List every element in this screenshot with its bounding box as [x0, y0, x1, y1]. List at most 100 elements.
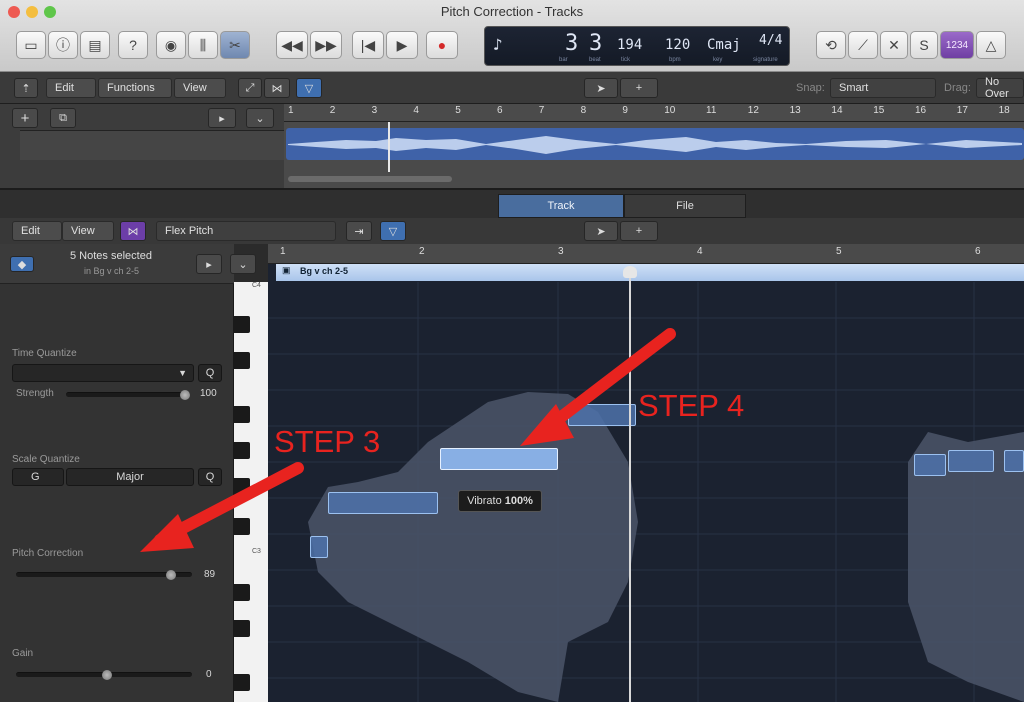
editor-edit-label: Edit	[21, 225, 40, 237]
track-option-b-button[interactable]: ⌄	[246, 108, 274, 128]
region-header[interactable]: Bg v ch 2-5 ▣	[276, 264, 1024, 281]
pitch-note[interactable]	[914, 454, 946, 476]
editor-zoom-fit-button[interactable]: ▽	[380, 221, 406, 241]
secondary-tool-menu[interactable]: +	[620, 78, 658, 98]
audio-region[interactable]	[286, 128, 1024, 160]
pitch-note[interactable]	[568, 404, 636, 426]
flex-toggle-button[interactable]: ⋈	[120, 221, 146, 241]
tab-track[interactable]: Track	[498, 194, 624, 218]
flex-button[interactable]: ⋈	[264, 78, 290, 98]
tracks-ruler[interactable]: 1 2 3 4 5 6 7 8 9 10 11 12 13 14 15 16 17 18	[284, 104, 1024, 122]
play-button[interactable]: ▶	[386, 31, 418, 59]
tab-file[interactable]: File	[624, 194, 746, 218]
piano-black-key[interactable]	[234, 316, 250, 333]
q-label-2: Q	[205, 471, 215, 483]
library-button[interactable]: ▭	[16, 31, 46, 59]
mixer-button[interactable]: ⫼	[188, 31, 218, 59]
track-stack-button[interactable]: ⧉	[50, 108, 76, 128]
piano-keyboard[interactable]: C4 C3	[234, 282, 268, 702]
tracks-lane[interactable]	[284, 122, 1024, 188]
drag-select[interactable]: No Over	[976, 76, 1024, 100]
piano-black-key[interactable]	[234, 478, 250, 495]
pitch-editor[interactable]: 1 2 3 4 5 6 Bg v ch 2-5 ▣	[268, 244, 1024, 702]
inspector-header: ◆ 5 Notes selected in Bg v ch 2-5 ▸	[0, 244, 234, 284]
piano-black-key[interactable]	[234, 620, 250, 637]
editor-edit-menu[interactable]: Edit	[12, 221, 62, 241]
editor-playhead[interactable]	[629, 266, 631, 702]
window-titlebar: Pitch Correction - Tracks ▭ ⓘ ▤ ? ◉ ⫼ ✂ …	[0, 0, 1024, 72]
lcd-bar: 3	[565, 31, 579, 56]
editors-button[interactable]: ✂	[220, 31, 250, 59]
piano-black-key[interactable]	[234, 352, 250, 369]
pitch-note[interactable]	[1004, 450, 1024, 472]
piano-black-key[interactable]	[234, 406, 250, 423]
snap-select[interactable]: Smart	[830, 78, 936, 98]
zoom-fit-button[interactable]: ▽	[296, 78, 322, 98]
tracks-view-menu[interactable]: View	[174, 78, 226, 98]
track-option-a-button[interactable]: ▸	[208, 108, 236, 128]
tracks-functions-menu[interactable]: Functions	[98, 78, 172, 98]
tracks-playhead[interactable]	[388, 122, 390, 172]
gain-knob[interactable]	[102, 670, 112, 680]
scale-root-select[interactable]: G	[12, 468, 64, 486]
pointer-icon: ➤	[596, 82, 606, 95]
strength-knob[interactable]	[180, 390, 190, 400]
solo-button[interactable]: S	[910, 31, 938, 59]
editor-ruler[interactable]: 1 2 3 4 5 6	[268, 244, 1024, 264]
tracks-scrollbar[interactable]	[288, 176, 452, 182]
cycle-button[interactable]: ⟲	[816, 31, 846, 59]
record-button[interactable]: ●	[426, 31, 458, 59]
drag-label: Drag:	[944, 82, 971, 94]
scale-quantize-q-button[interactable]: Q	[198, 468, 222, 486]
back-button[interactable]: ⇡	[14, 78, 38, 98]
inspector-option-a[interactable]: ▸	[196, 254, 222, 274]
quick-help-button[interactable]: ?	[118, 31, 148, 59]
count-in-button[interactable]: 1234	[940, 31, 974, 59]
tracks-edit-menu[interactable]: Edit	[46, 78, 96, 98]
editor-control-bar: Edit View ⋈ Flex Pitch ⇥ ▽ ➤ +	[0, 218, 1024, 244]
pitch-note[interactable]	[328, 492, 438, 514]
playhead-handle[interactable]	[623, 266, 637, 278]
editor-secondary-tool[interactable]: +	[620, 221, 658, 241]
inspector-button[interactable]: ⓘ	[48, 31, 78, 59]
pitch-note-selected[interactable]	[440, 448, 558, 470]
solo-icon: S	[919, 37, 929, 53]
time-quantize-select[interactable]: ▼	[12, 364, 194, 382]
lcd-display[interactable]: ♪ 3 3 194 120 Cmaj 4/4 bar beat tick bpm…	[484, 26, 790, 66]
step-4-annotation: STEP 4	[638, 388, 745, 423]
tracks-ruler-tick: 5	[455, 105, 461, 116]
pitch-correction-knob[interactable]	[166, 570, 176, 580]
pitch-note[interactable]	[310, 536, 328, 558]
scale-type-select[interactable]: Major	[66, 468, 194, 486]
play-icon: ▶	[396, 36, 408, 53]
piano-black-key[interactable]	[234, 518, 250, 535]
editor-view-menu[interactable]: View	[62, 221, 114, 241]
mute-button[interactable]: ✕	[880, 31, 908, 59]
flex-mode-select[interactable]: Flex Pitch	[156, 221, 336, 241]
piano-black-key[interactable]	[234, 674, 250, 691]
add-track-button[interactable]: +	[12, 108, 38, 128]
inspector-option-b[interactable]: ⌄	[230, 254, 256, 274]
scale-quantize-label: Scale Quantize	[12, 454, 80, 465]
gain-slider[interactable]	[16, 670, 192, 680]
time-quantize-q-button[interactable]: Q	[198, 364, 222, 382]
editor-pointer-tool[interactable]: ➤	[584, 221, 618, 241]
metronome-button[interactable]: △	[976, 31, 1006, 59]
toolbar-toggle-button[interactable]: ▤	[80, 31, 110, 59]
rewind-button[interactable]: ◀◀	[276, 31, 308, 59]
pointer-tool-menu[interactable]: ➤	[584, 78, 618, 98]
tuner-button[interactable]: ⟋	[848, 31, 878, 59]
catch-playhead-button[interactable]: ⇥	[346, 221, 372, 241]
pitch-correction-slider[interactable]	[16, 570, 192, 580]
track-header[interactable]	[20, 130, 284, 160]
piano-black-key[interactable]	[234, 442, 250, 459]
smart-controls-button[interactable]: ◉	[156, 31, 186, 59]
fast-forward-button[interactable]: ▶▶	[310, 31, 342, 59]
tracks-ruler-tick: 17	[956, 105, 968, 116]
piano-black-key[interactable]	[234, 584, 250, 601]
region-inspector-toggle[interactable]: ◆	[10, 256, 34, 272]
catch-button[interactable]: ⤢	[238, 78, 262, 98]
pitch-note[interactable]	[948, 450, 994, 472]
strength-slider[interactable]	[66, 390, 190, 400]
go-to-start-button[interactable]: |◀	[352, 31, 384, 59]
